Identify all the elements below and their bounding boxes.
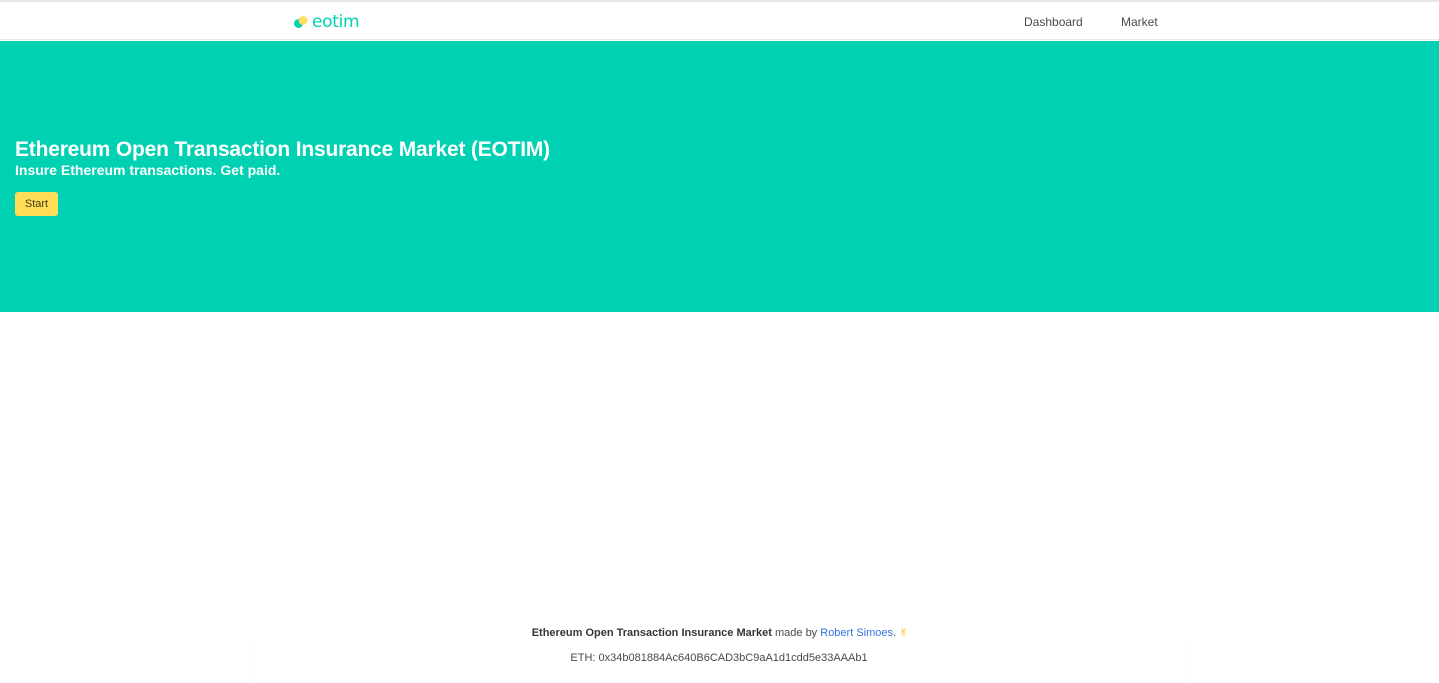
footer-period: . — [893, 627, 897, 639]
hero-banner: Ethereum Open Transaction Insurance Mark… — [0, 41, 1439, 312]
page-footer: Ethereum Open Transaction Insurance Mark… — [250, 614, 1190, 683]
eotim-logo-icon — [294, 16, 308, 28]
nav-market-link[interactable]: Market — [1121, 14, 1158, 30]
footer-author-link[interactable]: Robert Simoes — [820, 627, 893, 639]
brand-logo-link[interactable]: eotim — [293, 10, 360, 34]
footer-eth-address: ETH: 0x34b081884Ac640B6CAD3bC9aA1d1cdd5e… — [570, 652, 868, 664]
hero-title: Ethereum Open Transaction Insurance Mark… — [15, 138, 550, 161]
top-navbar: eotim Dashboard Market — [0, 0, 1439, 40]
brand-name: eotim — [312, 12, 360, 32]
footer-project-name: Ethereum Open Transaction Insurance Mark… — [531, 627, 772, 639]
footer-made-by-text: made by — [771, 627, 821, 639]
victory-hand-icon: ✌ — [899, 627, 909, 639]
hero-subtitle: Insure Ethereum transactions. Get paid. — [15, 162, 281, 178]
nav-dashboard-link[interactable]: Dashboard — [1024, 14, 1083, 30]
footer-credit-line: Ethereum Open Transaction Insurance Mark… — [250, 626, 1190, 640]
start-button[interactable]: Start — [15, 192, 58, 216]
